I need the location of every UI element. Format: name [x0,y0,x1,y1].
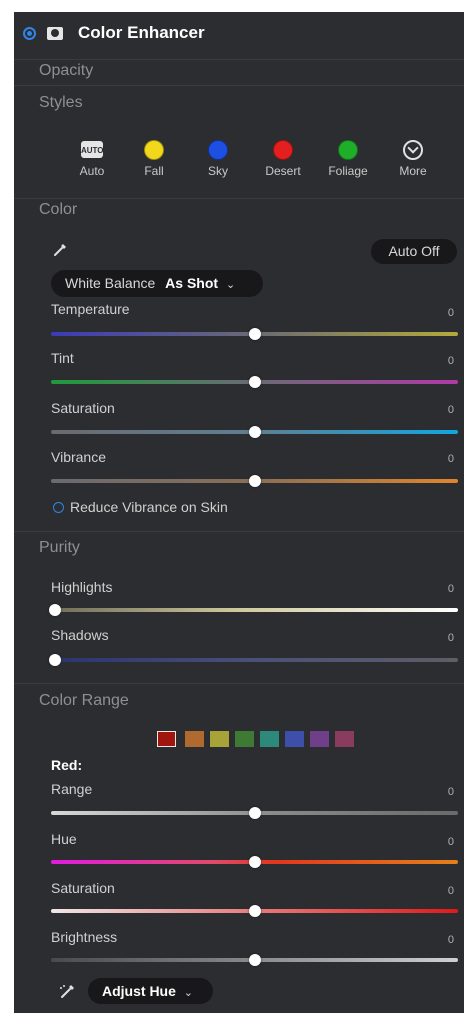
style-desert-button[interactable]: Desert [255,136,311,192]
highlights-slider-handle[interactable] [49,604,62,616]
slider-label: Vibrance [51,449,107,465]
white-balance-select[interactable]: White Balance As Shot ⌄ [51,270,263,297]
temperature-slider-handle[interactable] [248,328,261,340]
style-foliage-button[interactable]: Foliage [320,136,376,192]
color-range-swatch-orange[interactable] [185,731,204,747]
shadows-slider-track[interactable] [49,654,458,666]
slider-value: 0 [447,934,454,946]
style-label: Auto [79,164,105,178]
range-saturation-slider-track[interactable] [51,905,458,917]
selected-range-label: Red: [51,757,83,773]
slider-label: Brightness [51,929,118,945]
saturation-slider-track[interactable] [51,426,458,438]
target-adjust-icon[interactable] [58,984,76,1000]
slider-label: Saturation [51,880,115,896]
auto-icon: AUTO [81,141,104,158]
divider [14,198,464,199]
style-fall-button[interactable]: Fall [126,136,182,192]
section-styles[interactable]: Styles [39,94,83,112]
divider [14,531,464,532]
color-range-swatch-aqua[interactable] [260,731,279,747]
enable-radio-icon[interactable] [23,27,36,40]
color-range-swatch-purple[interactable] [310,731,329,747]
panel-title: Color Enhancer [78,23,205,42]
divider [14,683,464,684]
slider-label: Temperature [51,301,130,317]
foliage-swatch-icon [338,140,358,160]
highlights-slider-track[interactable] [49,604,458,616]
tint-slider-handle[interactable] [248,376,261,388]
range-slider-track[interactable] [51,807,458,819]
reduce-vibrance-label[interactable]: Reduce Vibrance on Skin [70,499,228,515]
style-label: Sky [207,164,228,178]
white-balance-label: White Balance [65,275,156,291]
white-balance-value: As Shot [165,275,219,291]
slider-label: Saturation [51,400,115,416]
style-more-button[interactable]: More [385,136,441,192]
brightness-slider-handle[interactable] [248,954,261,966]
eyedropper-icon[interactable] [52,242,68,258]
temperature-slider-track[interactable] [51,328,458,340]
slider-value: 0 [447,307,454,319]
fall-swatch-icon [144,140,164,160]
desert-swatch-icon [273,140,293,160]
color-enhancer-panel: Color Enhancer Opacity Styles AUTO Auto … [14,12,464,1013]
slider-value: 0 [447,404,454,416]
vibrance-slider-handle[interactable] [248,475,261,487]
slider-label: Range [51,781,93,797]
hue-slider-handle[interactable] [248,856,261,868]
brightness-slider-track[interactable] [51,954,458,966]
style-sky-button[interactable]: Sky [190,136,246,192]
style-label: Fall [144,164,164,178]
range-slider-handle[interactable] [248,807,261,819]
slider-value: 0 [447,583,454,595]
chevron-down-icon: ⌄ [225,279,236,291]
sky-swatch-icon [208,140,228,160]
color-range-swatch-yellow[interactable] [210,731,229,747]
saturation-slider-handle[interactable] [248,426,261,438]
auto-off-button[interactable]: Auto Off [371,239,457,264]
shadows-slider-handle[interactable] [49,654,62,666]
section-purity[interactable]: Purity [39,539,80,557]
adjust-hue-select[interactable]: Adjust Hue ⌄ [88,978,213,1004]
hue-slider-track[interactable] [51,856,458,868]
slider-value: 0 [447,453,454,465]
section-color-range[interactable]: Color Range [39,692,129,710]
color-range-swatch-blue[interactable] [285,731,304,747]
color-range-swatch-magenta[interactable] [335,731,354,747]
color-range-swatch-green[interactable] [235,731,254,747]
style-auto-button[interactable]: AUTO Auto [64,136,120,192]
slider-label: Shadows [51,627,109,643]
divider [14,85,464,86]
slider-label: Tint [51,350,74,366]
color-range-swatch-red[interactable] [157,731,176,747]
slider-value: 0 [447,885,454,897]
style-label: Foliage [328,164,368,178]
slider-value: 0 [447,632,454,644]
slider-value: 0 [447,836,454,848]
chevron-down-icon: ⌄ [183,987,193,999]
slider-label: Hue [51,831,77,847]
style-label: More [399,164,427,178]
section-opacity[interactable]: Opacity [39,62,93,80]
range-saturation-slider-handle[interactable] [248,905,261,917]
mask-icon[interactable] [47,27,63,40]
reduce-vibrance-radio-icon[interactable] [53,502,64,513]
style-label: Desert [265,164,301,178]
vibrance-slider-track[interactable] [51,475,458,487]
adjust-hue-label: Adjust Hue [102,983,176,999]
slider-value: 0 [447,786,454,798]
chevron-circle-down-icon [403,140,423,160]
tint-slider-track[interactable] [51,376,458,388]
divider [14,59,464,60]
panel-header[interactable]: Color Enhancer [14,12,464,54]
slider-label: Highlights [51,579,113,595]
section-color[interactable]: Color [39,201,77,219]
slider-value: 0 [447,355,454,367]
